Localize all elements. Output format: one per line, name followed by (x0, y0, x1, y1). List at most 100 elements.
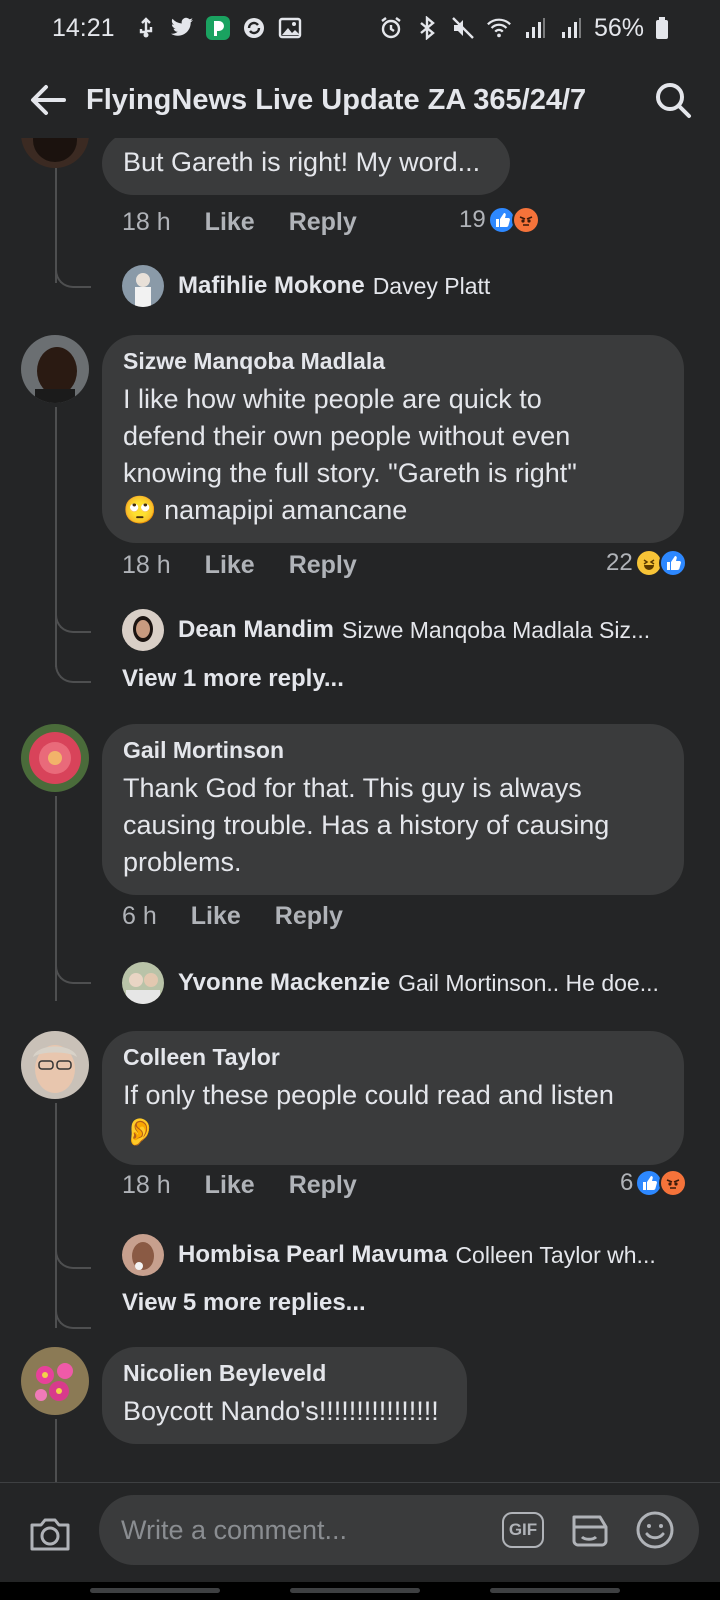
view-more-replies-link[interactable]: View 5 more replies... (122, 1289, 366, 1317)
comment-actions: 18 h Like Reply (122, 1171, 357, 1200)
thread-line (55, 1419, 57, 1482)
reply-preview[interactable]: Dean Mandim Sizwe Manqoba Madlala Siz... (122, 609, 650, 651)
status-time: 14:21 (52, 13, 115, 42)
reply-snippet: Sizwe Manqoba Madlala Siz... (342, 616, 651, 643)
reply-snippet: Colleen Taylor wh... (455, 1241, 656, 1268)
twitter-icon (169, 15, 195, 41)
thread-line (55, 1239, 91, 1269)
mute-icon (450, 15, 476, 41)
avatar (122, 609, 164, 651)
avatar (122, 1234, 164, 1276)
comment-bubble[interactable]: Colleen Taylor If only these people coul… (102, 1031, 684, 1165)
avatar[interactable] (21, 1347, 89, 1415)
comment-text-line: If only these people could read and list… (123, 1080, 614, 1110)
emoji-icon[interactable] (633, 1508, 677, 1552)
angry-reaction-icon (511, 206, 540, 234)
comment-text-line: causing trouble. Has a history of causin… (123, 810, 610, 840)
reply-author: Dean Mandim (178, 616, 335, 643)
back-arrow-icon[interactable] (28, 83, 68, 117)
comment-bubble[interactable]: Nicolien Beyleveld Boycott Nando's!!!!!!… (102, 1347, 467, 1444)
battery-icon (654, 15, 670, 41)
comment-text: If only these people could read and list… (123, 1077, 662, 1151)
reply-preview[interactable]: Yvonne Mackenzie Gail Mortinson.. He doe… (122, 962, 659, 1004)
reply-snippet: Gail Mortinson.. He doe... (398, 969, 659, 996)
like-reaction-icon (658, 549, 687, 577)
comment-text-line: I like how white people are quick to (123, 384, 542, 414)
reply-button[interactable]: Reply (289, 208, 357, 237)
reaction-summary[interactable]: 22 (606, 549, 687, 577)
thread-line (55, 258, 91, 288)
reply-preview[interactable]: Hombisa Pearl Mavuma Colleen Taylor wh..… (122, 1234, 656, 1276)
alarm-icon (378, 15, 404, 41)
gif-label: GIF (502, 1512, 544, 1548)
avatar[interactable] (21, 724, 89, 792)
nav-back-handle[interactable] (490, 1588, 620, 1593)
comment-actions: 18 h Like Reply (122, 551, 357, 580)
comment-bubble[interactable]: Gail Mortinson Thank God for that. This … (102, 724, 684, 895)
comment-author[interactable]: Sizwe Manqoba Madlala (123, 347, 662, 375)
comment-input[interactable] (121, 1514, 479, 1546)
ear-emoji: 👂 (123, 1117, 157, 1147)
comment-author[interactable]: Gail Mortinson (123, 736, 662, 764)
thread-line (55, 653, 91, 683)
avatar (122, 265, 164, 307)
thread-line (55, 1103, 57, 1328)
angry-reaction-icon (659, 1169, 688, 1197)
avatar[interactable] (21, 138, 89, 168)
bluetooth-icon (414, 15, 440, 41)
comment-time: 18 h (122, 208, 171, 236)
comment-text-line: 🙄 namapipi amancane (123, 492, 662, 529)
comment-text-line: knowing the full story. "Gareth is right… (123, 458, 577, 488)
comment-text-line: defend their own people without even (123, 421, 571, 451)
like-button[interactable]: Like (205, 551, 255, 580)
reaction-count: 6 (620, 1169, 634, 1196)
comment-author[interactable]: Nicolien Beyleveld (123, 1359, 439, 1387)
reply-author: Hombisa Pearl Mavuma (178, 1241, 448, 1268)
battery-percent: 56% (593, 13, 644, 42)
reaction-summary[interactable]: 19 (459, 206, 540, 234)
camera-icon[interactable] (28, 1511, 72, 1555)
system-nav-bar (0, 1582, 720, 1600)
reply-button[interactable]: Reply (275, 902, 343, 931)
view-more-replies-link[interactable]: View 1 more reply... (122, 665, 344, 693)
page-title: FlyingNews Live Update ZA 365/24/7 (86, 83, 587, 116)
like-button[interactable]: Like (191, 902, 241, 931)
reaction-summary[interactable]: 6 (620, 1169, 688, 1197)
comment-text: But Gareth is right! My word... (123, 147, 481, 177)
reply-author: Yvonne Mackenzie (178, 969, 391, 996)
comment-actions: 6 h Like Reply (122, 902, 343, 931)
reply-author: Mafihlie Mokone (178, 272, 365, 299)
like-button[interactable]: Like (205, 208, 255, 237)
eye-roll-emoji: 🙄 (123, 495, 157, 525)
search-icon[interactable] (654, 81, 692, 119)
sticker-icon[interactable] (567, 1508, 611, 1552)
avatar[interactable] (21, 335, 89, 403)
reply-button[interactable]: Reply (289, 1171, 357, 1200)
avatar[interactable] (21, 1031, 89, 1099)
comment-text-line: Thank God for that. This guy is always (123, 773, 582, 803)
comment-input-wrapper[interactable]: GIF (99, 1495, 699, 1565)
comment-bubble[interactable]: Sizwe Manqoba Madlala I like how white p… (102, 335, 684, 543)
gif-button[interactable]: GIF (501, 1508, 545, 1552)
image-icon (277, 15, 303, 41)
thread-line (55, 954, 91, 984)
nav-recents-handle[interactable] (90, 1588, 220, 1593)
signal-icon (558, 15, 584, 41)
like-button[interactable]: Like (205, 1171, 255, 1200)
comment-text-tail: namapipi amancane (164, 495, 408, 525)
nav-home-handle[interactable] (290, 1588, 420, 1593)
reply-button[interactable]: Reply (289, 551, 357, 580)
p-app-icon (205, 15, 231, 41)
thread-line (55, 1299, 91, 1329)
thread-line (55, 603, 91, 633)
wifi-icon (486, 15, 512, 41)
comment-time: 6 h (122, 902, 157, 930)
comment-author[interactable]: Colleen Taylor (123, 1043, 662, 1071)
status-bar: 14:21 56% (0, 0, 720, 56)
comment-bubble[interactable]: But Gareth is right! My word... (102, 138, 511, 195)
comment-time: 18 h (122, 551, 171, 579)
reaction-count: 22 (606, 549, 633, 576)
comment-time: 18 h (122, 1171, 171, 1199)
reply-snippet: Davey Platt (372, 272, 491, 299)
reply-preview[interactable]: Mafihlie Mokone Davey Platt (122, 265, 490, 307)
